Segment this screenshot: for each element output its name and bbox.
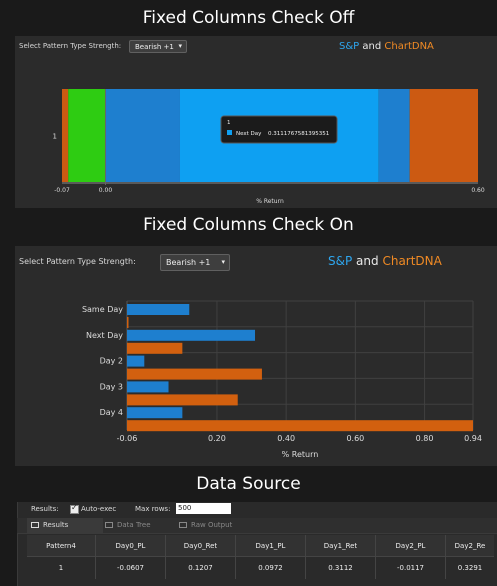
section-title-fixed-on: Fixed Columns Check On [143,215,354,235]
column-header[interactable]: Day0_PL [95,535,166,557]
bar-segment-0 [62,89,69,182]
bar-4-1 [127,420,473,432]
tooltip-swatch [227,130,232,135]
category-label: Next Day [86,331,123,340]
column-header[interactable]: Day1_PL [235,535,306,557]
table-cell: -0.0607 [95,556,166,579]
category-label: Day 2 [100,357,123,366]
x-tick-label: 0.80 [416,434,434,443]
results-label: Results: [31,505,59,513]
bar-segment-4 [378,89,410,182]
column-header[interactable]: Day2_PL [375,535,446,557]
bar-1-1 [127,342,183,354]
table-row[interactable]: 1 -0.0607 0.1207 0.0972 0.3112 -0.0117 0… [27,556,494,579]
tab-data-tree[interactable]: Data Tree [101,518,177,533]
daily-return-chart: Same Day Next Day Day 2 Day 3 Day 4 -0.06 0.20… [82,300,482,459]
x-tick-label: -0.07 [54,187,70,194]
table-cell: -0.0117 [375,556,446,579]
bar-0-1 [127,317,129,328]
maxrows-label: Max rows: [135,505,171,513]
table-cell: 0.3291 [457,564,483,572]
bar-2-1 [127,368,262,380]
document-icon [179,522,187,528]
table-cell: 1 [27,556,96,579]
chart-panel-fixed-off: Select Pattern Type Strength: Bearish +1… [15,36,497,208]
table-cell: 0.3112 [305,556,376,579]
table-cell: 0.1207 [165,556,236,579]
tree-icon [105,522,113,528]
category-label: Day 4 [100,408,123,417]
stacked-return-chart: 1 -0.07 0.00 0.60 % Return 1 Next Day 0.3111767… [53,89,485,205]
column-header[interactable]: Pattern4 [27,535,96,557]
x-tick-label: -0.06 [117,434,138,443]
results-toolbar: Results: Auto-exec Max rows: 500 [17,502,497,518]
bar-4-0 [127,407,183,419]
bar-3-1 [127,394,238,406]
bar-2-0 [127,355,145,367]
column-header[interactable]: Day1_Ret [305,535,376,557]
bar-3-0 [127,381,169,393]
tooltip-title: 1 [227,120,231,126]
category-label: Day 3 [100,382,123,391]
column-header[interactable]: Day2_Re [445,535,494,557]
section-title-data-source: Data Source [196,474,301,494]
section-title-fixed-off: Fixed Columns Check Off [142,8,355,28]
x-tick-label: 0.94 [464,434,482,443]
category-label: Same Day [82,305,123,314]
maxrows-input[interactable]: 500 [176,503,231,514]
x-tick-label: 0.60 [471,187,485,194]
x-axis-title: % Return [256,198,284,205]
category-label: 1 [53,133,57,141]
tooltip-value: 0.3111767581395351 [268,131,329,137]
x-tick-label: 0.40 [277,434,295,443]
x-tick-label: 0.60 [346,434,364,443]
bar-1-0 [127,329,256,341]
tab-results[interactable]: Results [27,518,103,533]
tab-raw-output[interactable]: Raw Output [175,518,261,533]
bar-segment-5 [409,89,478,182]
x-axis-title: % Return [282,450,319,459]
tooltip-series: Next Day [236,131,262,137]
column-header[interactable]: Day0_Ret [165,535,236,557]
results-tabs: Results Data Tree Raw Output [17,518,497,534]
x-tick-label: 0.20 [208,434,226,443]
bar-segment-2 [105,89,180,182]
autoexec-label: Auto-exec [81,505,117,513]
x-tick-label: 0.00 [99,187,113,194]
bar-segment-1 [68,89,106,182]
tooltip-box [220,115,338,144]
results-table: Pattern4 Day0_PL Day0_Ret Day1_PL Day1_R… [27,535,494,579]
autoexec-checkbox[interactable] [70,503,79,514]
chart-panel-fixed-on: Select Pattern Type Strength: Bearish +1… [15,246,497,466]
grid-icon [31,522,39,528]
table-cell: 0.0972 [235,556,306,579]
bar-0-0 [127,304,190,315]
